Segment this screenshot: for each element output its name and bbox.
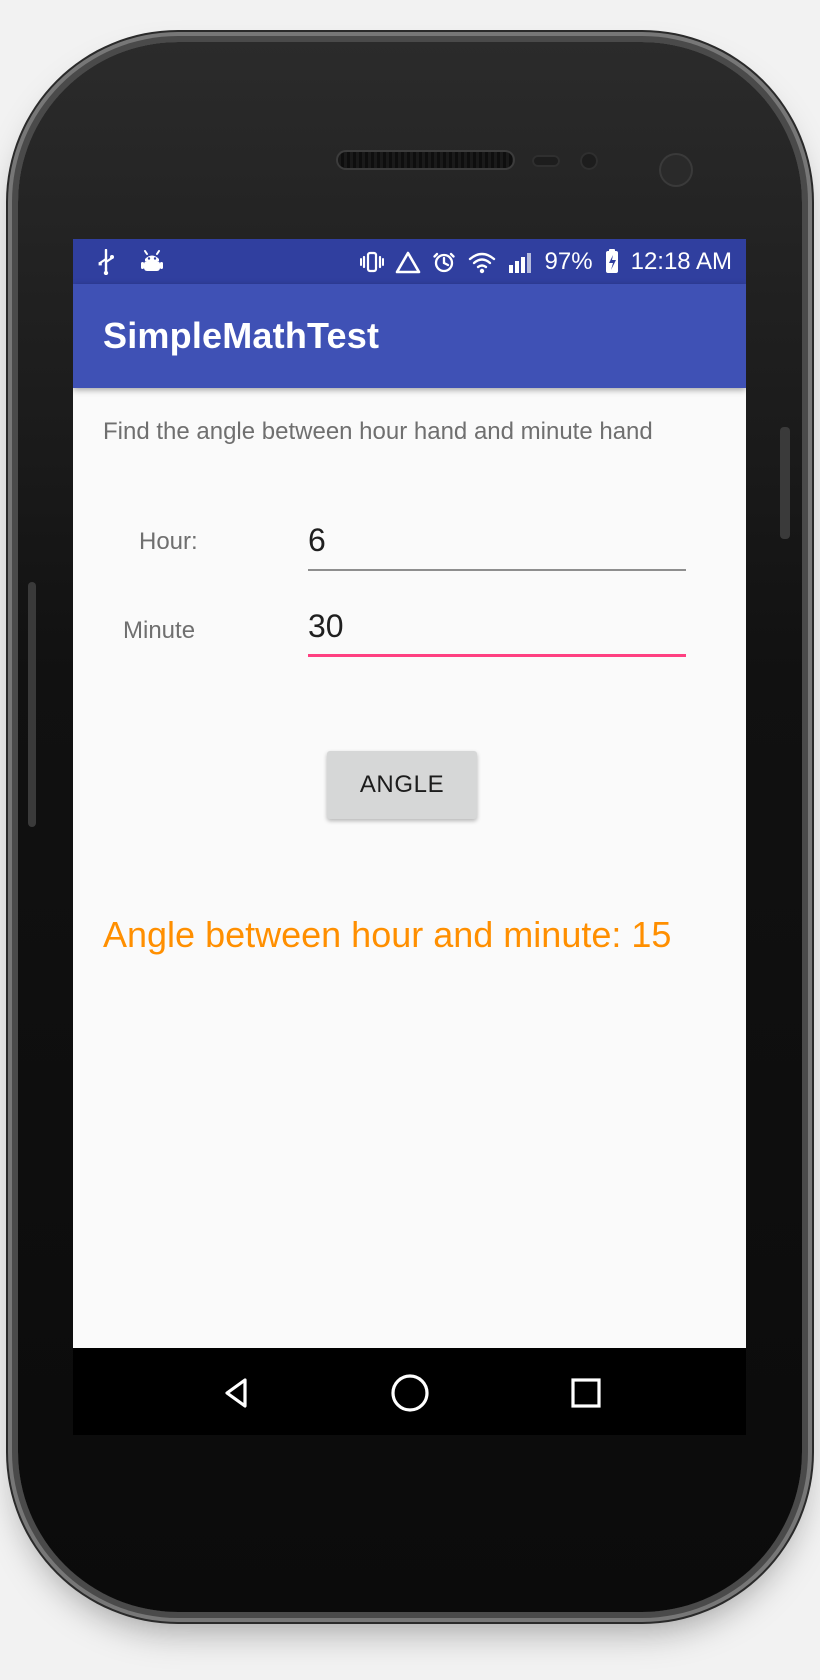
minute-input[interactable] xyxy=(308,603,686,657)
warning-triangle-icon xyxy=(395,249,421,275)
android-debug-icon xyxy=(139,249,165,275)
front-camera xyxy=(659,153,693,187)
status-time: 12:18 AM xyxy=(630,248,732,275)
side-button-right xyxy=(780,427,790,539)
hour-input[interactable] xyxy=(308,517,686,571)
home-circle-icon xyxy=(388,1371,432,1415)
light-sensor xyxy=(580,152,598,170)
usb-icon xyxy=(97,249,115,275)
hour-input-underline xyxy=(308,569,686,571)
app-title: SimpleMathTest xyxy=(103,315,380,356)
status-bar: 97% 12:18 AM xyxy=(73,239,746,284)
status-left-icons xyxy=(97,249,165,275)
cellular-signal-icon xyxy=(507,249,535,275)
hour-label: Hour: xyxy=(139,528,198,555)
minute-label: Minute xyxy=(123,617,196,644)
angle-button[interactable]: ANGLE xyxy=(327,751,477,819)
app-bar: SimpleMathTest xyxy=(73,284,746,388)
minute-input-field[interactable] xyxy=(308,603,686,657)
recents-button[interactable] xyxy=(559,1366,613,1420)
earpiece-speaker xyxy=(338,152,513,168)
result-text: Angle between hour and minute: 15 xyxy=(103,914,672,955)
instruction-text: Find the angle between hour hand and min… xyxy=(103,418,653,445)
battery-charging-icon xyxy=(603,248,621,276)
back-button[interactable] xyxy=(209,1366,263,1420)
navigation-bar xyxy=(73,1348,746,1435)
hour-input-field[interactable] xyxy=(308,517,686,571)
status-right-icons: 97% 12:18 AM xyxy=(359,247,732,277)
vibrate-icon xyxy=(359,249,385,275)
recents-square-icon xyxy=(565,1372,607,1414)
proximity-sensor xyxy=(532,155,560,167)
alarm-clock-icon xyxy=(431,249,457,275)
wifi-icon xyxy=(467,249,497,275)
back-triangle-icon xyxy=(215,1372,257,1414)
minute-input-underline xyxy=(308,654,686,657)
device-screen: 97% 12:18 AM SimpleMathTest Find the ang… xyxy=(73,239,746,1435)
side-button-left xyxy=(28,582,36,827)
home-button[interactable] xyxy=(383,1366,437,1420)
battery-percent: 97% xyxy=(544,248,593,275)
